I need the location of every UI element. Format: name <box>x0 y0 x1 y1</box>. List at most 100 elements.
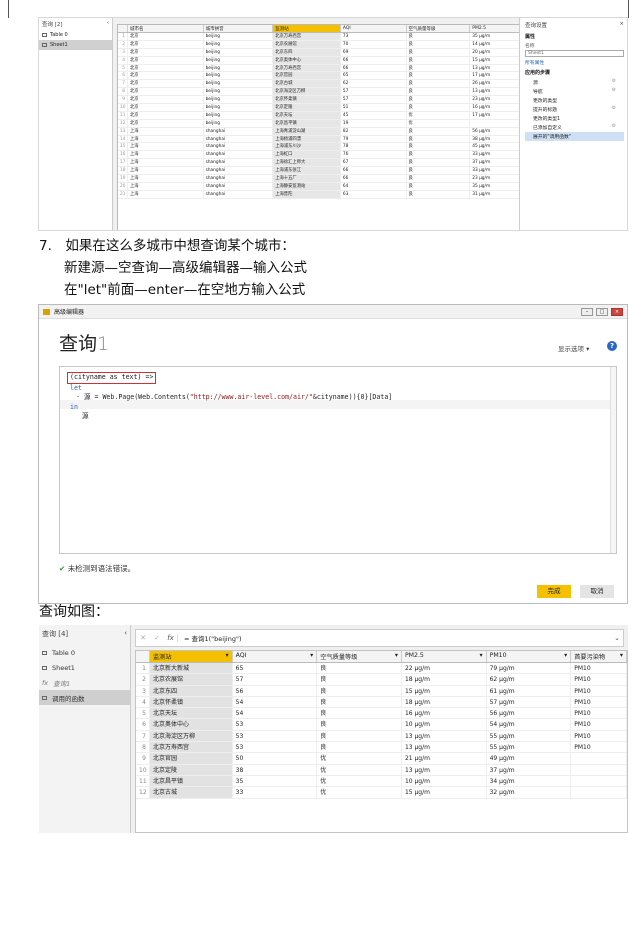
chevron-down-icon[interactable]: ⌄ <box>611 634 623 642</box>
done-button[interactable]: 完成 <box>537 585 571 598</box>
table-cell[interactable]: 上海 <box>128 127 204 135</box>
table-cell[interactable] <box>571 764 627 775</box>
table-cell[interactable]: 15 μg/m <box>402 787 487 798</box>
table-cell[interactable]: 良 <box>407 33 471 40</box>
table-cell[interactable]: 53 <box>233 719 318 730</box>
table-cell[interactable]: 15 μg/m <box>470 56 520 64</box>
column-header[interactable]: PM2.5 <box>470 25 520 32</box>
table-cell[interactable]: 51 <box>341 104 407 111</box>
gear-icon[interactable]: ⚙ <box>612 88 616 95</box>
table-cell[interactable]: 良 <box>407 175 471 182</box>
table-cell[interactable]: 66 <box>341 167 407 175</box>
table-cell[interactable]: 良 <box>407 127 471 135</box>
table-cell[interactable]: 良 <box>317 730 402 742</box>
table-cell[interactable]: beijing <box>204 72 274 80</box>
table-row[interactable]: 4 北京怀柔镇 54 良 18 μg/m 57 μg/m PM10 <box>136 696 627 709</box>
table-row[interactable]: 10 北京定陵 38 优 13 μg/m 37 μg/m <box>136 764 627 776</box>
table-cell[interactable]: beijing <box>204 33 274 40</box>
table-cell[interactable]: 49 μg/m <box>487 753 572 764</box>
table-cell[interactable]: 57 <box>341 96 407 104</box>
table-row[interactable]: 4 北京 beijing 北京奥体中心 66 良 15 μg/m <box>118 56 520 65</box>
table-cell[interactable]: 北京昌平镇 <box>273 119 341 127</box>
table-row[interactable]: 11 北京 beijing 北京天坛 45 优 17 μg/m <box>118 111 520 120</box>
table-cell[interactable]: 56 μg/m <box>487 708 572 719</box>
query-item-table0[interactable]: Table 0 <box>39 30 112 40</box>
table-cell[interactable]: 北京农展馆 <box>149 674 233 685</box>
display-options-dropdown[interactable]: 显示选项 ▾ <box>558 343 589 353</box>
table-cell[interactable]: 23 μg/m <box>470 96 520 104</box>
table-cell[interactable]: 北京古城 <box>149 787 233 798</box>
table-row[interactable]: 2 北京农展馆 57 良 18 μg/m 62 μg/m PM10 <box>136 674 627 686</box>
table-cell[interactable]: 良 <box>407 56 471 64</box>
table-cell[interactable]: 良 <box>407 88 471 96</box>
table-cell[interactable]: PM10 <box>571 708 627 719</box>
table-cell[interactable]: 良 <box>407 151 471 159</box>
table-row[interactable]: 3 北京东四 56 良 15 μg/m 61 μg/m PM10 <box>136 685 627 697</box>
table-cell[interactable]: 57 <box>341 88 407 96</box>
table-cell[interactable]: 良 <box>317 674 402 685</box>
table-cell[interactable]: 17 μg/m <box>470 111 520 119</box>
filter-icon[interactable]: ▾ <box>564 652 567 661</box>
applied-step[interactable]: 更改的类型1 <box>525 114 624 123</box>
table-cell[interactable] <box>470 119 520 127</box>
minimize-button[interactable]: – <box>581 307 593 316</box>
table-row[interactable]: 14 上海 shanghai 上海杨浦四漂 79 良 38 μg/m <box>118 135 520 144</box>
table-row[interactable]: 1 北京 beijing 北京万寿西宫 73 良 35 μg/m <box>118 33 520 41</box>
table-cell[interactable]: 78 <box>341 143 407 151</box>
table-cell[interactable]: 北京奥体中心 <box>149 719 233 730</box>
table-cell[interactable]: 79 <box>341 135 407 143</box>
table-cell[interactable]: 北京天坛 <box>149 708 233 719</box>
table-cell[interactable]: shanghai <box>204 159 274 167</box>
applied-step[interactable]: 已添加自定义 ⚙ <box>525 123 624 132</box>
table-cell[interactable]: 16 μg/m <box>402 708 487 719</box>
table-cell[interactable]: 20 μg/m <box>470 48 520 56</box>
table-cell[interactable]: 55 μg/m <box>487 730 572 742</box>
table-cell[interactable]: beijing <box>204 104 274 111</box>
table-cell[interactable]: 良 <box>407 143 471 151</box>
gear-icon[interactable]: ⚙ <box>612 124 616 131</box>
column-header-selected[interactable]: 监测站 <box>273 25 341 32</box>
table-row[interactable]: 11 北京昌平镇 35 优 10 μg/m 34 μg/m <box>136 775 627 788</box>
all-properties-link[interactable]: 所有属性 <box>525 59 624 66</box>
gear-icon[interactable]: ⚙ <box>612 106 616 113</box>
close-icon[interactable]: × <box>619 21 624 29</box>
table-cell[interactable]: shanghai <box>204 127 274 135</box>
table-cell[interactable]: 21 μg/m <box>402 753 487 764</box>
table-cell[interactable]: 上海静安监测站 <box>273 182 341 190</box>
table-cell[interactable]: 良 <box>407 167 471 175</box>
table-row[interactable]: 12 北京 beijing 北京昌平镇 19 优 <box>118 119 520 128</box>
table-cell[interactable]: shanghai <box>204 151 274 159</box>
table-cell[interactable]: 54 μg/m <box>487 719 572 730</box>
table-cell[interactable]: 69 <box>341 48 407 56</box>
table-cell[interactable]: 北京 <box>128 104 204 111</box>
table-cell[interactable]: 北京东四 <box>273 48 341 56</box>
table-cell[interactable]: beijing <box>204 40 274 48</box>
table-cell[interactable]: 10 μg/m <box>402 719 487 730</box>
query-item-sheet1[interactable]: Sheet1 <box>39 40 112 50</box>
column-header[interactable]: 空气质量等级 <box>407 25 471 32</box>
table-cell[interactable]: 33 μg/m <box>470 167 520 175</box>
gear-icon[interactable]: ⚙ <box>612 79 616 86</box>
table-row[interactable]: 21 上海 shanghai 上海普陀 63 良 31 μg/m <box>118 190 520 199</box>
name-field[interactable]: Sheet1 <box>525 50 624 57</box>
table-cell[interactable]: 61 μg/m <box>487 685 572 696</box>
editor-scrollbar[interactable] <box>610 367 616 553</box>
table-cell[interactable]: 北京海淀区万柳 <box>149 730 233 742</box>
table-cell[interactable]: 13 μg/m <box>470 88 520 96</box>
table-cell[interactable]: 35 <box>233 775 318 787</box>
table-cell[interactable]: 13 μg/m <box>470 64 520 72</box>
column-header[interactable]: PM2.5 ▾ <box>402 651 487 662</box>
applied-step[interactable]: 提升的标题 ⚙ <box>525 105 624 114</box>
table-cell[interactable]: 19 <box>341 119 407 127</box>
table-cell[interactable]: 56 μg/m <box>470 127 520 135</box>
table-cell[interactable]: beijing <box>204 64 274 72</box>
table-row[interactable]: 7 北京海淀区万柳 53 良 13 μg/m 55 μg/m PM10 <box>136 730 627 743</box>
table-cell[interactable]: 北京万寿西宫 <box>273 33 341 40</box>
table-cell[interactable]: 北京 <box>128 64 204 72</box>
table-row[interactable]: 9 北京 beijing 北京怀柔镇 57 良 23 μg/m <box>118 96 520 105</box>
table-row[interactable]: 8 北京 beijing 北京海淀区万柳 57 良 13 μg/m <box>118 88 520 97</box>
table-cell[interactable]: 13 μg/m <box>402 730 487 742</box>
table-cell[interactable]: 北京 <box>128 119 204 127</box>
table-cell[interactable]: PM10 <box>571 719 627 730</box>
table-cell[interactable]: 良 <box>407 159 471 167</box>
